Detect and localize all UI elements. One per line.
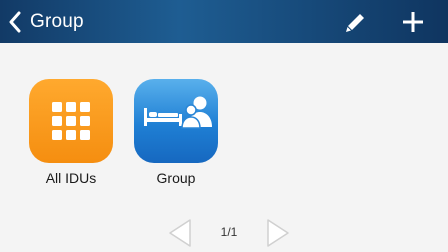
plus-icon (403, 12, 423, 32)
page-title: Group (30, 11, 84, 32)
bed-people-icon (144, 96, 212, 129)
add-button[interactable] (401, 10, 425, 34)
grid-icon (52, 102, 90, 140)
triangle-right-icon (267, 219, 289, 247)
edit-button[interactable] (344, 12, 366, 34)
tile-group-icon-bg (134, 79, 218, 163)
tile-group[interactable]: Group (134, 79, 218, 186)
triangle-left-icon (169, 219, 191, 247)
back-button[interactable]: Group (8, 8, 84, 36)
prev-page-button[interactable] (168, 218, 192, 248)
tile-label: Group (156, 170, 196, 186)
tile-label: All IDUs (45, 170, 97, 186)
group-screen: Group All IDUs Group 1/1 (0, 0, 448, 252)
next-page-button[interactable] (266, 218, 290, 248)
pagination: 1/1 (0, 214, 448, 250)
header-bar: Group (0, 0, 448, 43)
tile-all-idus-icon-bg (29, 79, 113, 163)
tile-all-idus[interactable]: All IDUs (29, 79, 113, 186)
pencil-icon (346, 14, 364, 32)
page-indicator: 1/1 (220, 225, 238, 239)
chevron-left-icon (9, 11, 21, 33)
